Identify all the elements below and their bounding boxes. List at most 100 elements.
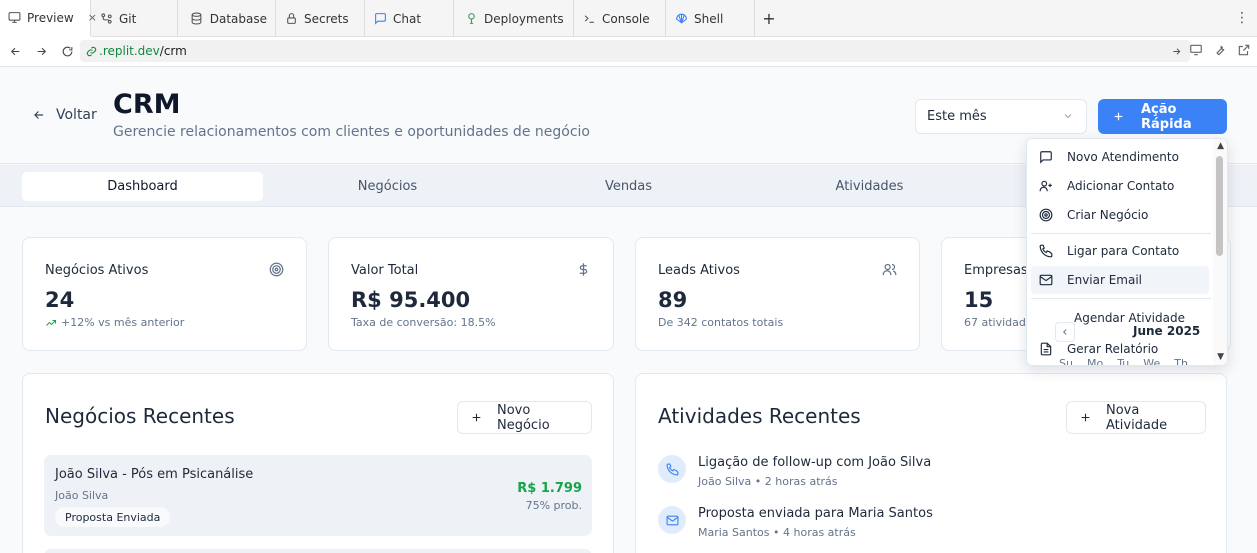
tab-deployments[interactable]: Deployments <box>454 0 574 37</box>
file-text-icon <box>1039 342 1053 356</box>
new-deal-label: Novo Negócio <box>497 402 550 433</box>
menu-item-label: Gerar Relatório <box>1067 342 1159 356</box>
stat-value: 15 <box>964 288 994 312</box>
stat-title: Leads Ativos <box>658 263 740 278</box>
chat-icon <box>373 12 387 26</box>
database-icon <box>190 12 204 26</box>
calendar-weekday: We <box>1143 357 1161 366</box>
menu-item-label: Enviar Email <box>1067 273 1143 287</box>
url-domain: .replit.dev <box>99 44 160 58</box>
tab-label: Deployments <box>484 11 564 26</box>
tab-database[interactable]: Database <box>178 0 276 37</box>
tab-label: Database <box>209 11 267 26</box>
calendar-weekdays: Su Mo Tu We Th <box>1059 357 1188 366</box>
menu-scrollbar[interactable]: ▲ ▼ <box>1213 139 1227 365</box>
period-value: Este mês <box>927 109 987 124</box>
tab-console[interactable]: Console <box>574 0 666 37</box>
tab-negocios[interactable]: Negócios <box>267 172 508 201</box>
git-icon <box>99 12 113 26</box>
tab-label: Chat <box>393 11 422 26</box>
recent-deals-panel: Negócios Recentes Novo Negócio João Silv… <box>22 373 614 553</box>
tab-atividades[interactable]: Atividades <box>749 172 990 201</box>
quick-action-button[interactable]: Ação Rápida <box>1098 99 1227 134</box>
menu-item-create-deal[interactable]: Criar Negócio <box>1031 201 1209 229</box>
status-badge: Proposta Enviada <box>55 507 171 527</box>
plus-icon <box>1112 110 1125 123</box>
menu-item-label: Novo Atendimento <box>1067 150 1179 164</box>
stat-card-total-value: Valor Total R$ 95.400 Taxa de conversão:… <box>328 237 614 351</box>
stat-value: 24 <box>45 288 75 312</box>
tab-chat[interactable]: Chat <box>365 0 454 37</box>
new-deal-button[interactable]: Novo Negócio <box>457 401 592 434</box>
page-title: CRM <box>113 89 181 120</box>
browser-tab-bar: Preview × Git Database Secrets Chat Depl… <box>0 0 1257 37</box>
deal-list-item[interactable] <box>44 549 592 553</box>
url-bar: .replit.dev/crm <box>0 37 1257 67</box>
phone-icon <box>658 455 686 483</box>
chevron-down-icon <box>1062 110 1074 122</box>
go-arrow-icon[interactable] <box>1171 46 1182 57</box>
back-button[interactable]: Voltar <box>32 107 97 123</box>
page-subtitle: Gerencie relacionamentos com clientes e … <box>113 124 590 140</box>
tab-secrets[interactable]: Secrets <box>276 0 365 37</box>
stat-subtext: Taxa de conversão: 18.5% <box>351 316 496 329</box>
target-icon <box>1039 208 1053 222</box>
menu-item-schedule-activity[interactable]: Agendar Atividade <box>1074 311 1185 325</box>
stat-title: Negócios Ativos <box>45 263 149 278</box>
new-activity-button[interactable]: Nova Atividade <box>1066 401 1206 434</box>
tab-git[interactable]: Git <box>91 0 178 37</box>
scrollbar-thumb[interactable] <box>1216 156 1223 256</box>
mail-icon <box>1039 273 1053 287</box>
menu-item-call-contact[interactable]: Ligar para Contato <box>1031 237 1209 265</box>
tab-preview[interactable]: Preview × <box>0 0 97 37</box>
stat-subtext: De 342 contatos totais <box>658 316 784 329</box>
stat-sub-text: +12% vs mês anterior <box>61 316 185 329</box>
reload-icon[interactable] <box>54 39 80 65</box>
forward-arrow-icon[interactable] <box>28 39 54 65</box>
activity-title: Proposta enviada para Maria Santos <box>698 506 933 521</box>
scroll-down-icon[interactable]: ▼ <box>1217 352 1224 362</box>
menu-item-label: Criar Negócio <box>1067 208 1149 222</box>
calendar-weekday: Mo <box>1086 357 1104 366</box>
menu-item-send-email[interactable]: Enviar Email <box>1031 266 1209 294</box>
calendar-weekday: Tu <box>1117 357 1130 366</box>
recent-activities-panel: Atividades Recentes Nova Atividade Ligaç… <box>635 373 1227 553</box>
url-path: /crm <box>159 44 187 58</box>
calendar-weekday: Th <box>1174 357 1188 366</box>
back-arrow-icon[interactable] <box>2 39 28 65</box>
tab-vendas[interactable]: Vendas <box>508 172 749 201</box>
tab-shell[interactable]: Shell <box>666 0 755 37</box>
plus-icon <box>470 411 483 424</box>
link-icon <box>86 46 97 57</box>
stat-card-active-deals: Negócios Ativos 24 +12% vs mês anterior <box>22 237 307 351</box>
shell-icon <box>674 12 688 26</box>
url-field[interactable]: .replit.dev/crm <box>80 40 1190 62</box>
users-icon <box>882 262 897 277</box>
more-options-icon[interactable]: ⋮ <box>1235 10 1249 26</box>
stat-title: Valor Total <box>351 263 419 278</box>
tab-label: Shell <box>694 11 724 26</box>
back-label: Voltar <box>56 107 97 123</box>
terminal-icon <box>582 12 596 26</box>
deal-probability: 75% prob. <box>525 499 582 512</box>
menu-item-new-service[interactable]: Novo Atendimento <box>1031 143 1209 171</box>
stat-subtext: +12% vs mês anterior <box>45 316 184 329</box>
deal-value: R$ 1.799 <box>517 481 582 496</box>
new-tab-button[interactable]: + <box>755 0 783 37</box>
stat-value: 89 <box>658 288 688 312</box>
wrench-icon[interactable] <box>1213 43 1227 57</box>
menu-item-add-contact[interactable]: Adicionar Contato <box>1031 172 1209 200</box>
monitor-icon <box>8 11 21 25</box>
activity-meta: Maria Santos • 4 horas atrás <box>698 526 856 539</box>
phone-icon <box>1039 244 1053 258</box>
tab-label: Git <box>119 11 137 26</box>
activity-title: Ligação de follow-up com João Silva <box>698 455 932 470</box>
scroll-up-icon[interactable]: ▲ <box>1217 141 1224 151</box>
menu-item-label: Ligar para Contato <box>1067 244 1180 258</box>
external-link-icon[interactable] <box>1237 43 1251 57</box>
devices-icon[interactable] <box>1189 43 1203 57</box>
period-select[interactable]: Este mês <box>915 99 1087 134</box>
calendar-weekday: Su <box>1059 357 1073 366</box>
deal-list-item[interactable]: João Silva - Pós em Psicanálise João Sil… <box>44 455 592 536</box>
tab-dashboard[interactable]: Dashboard <box>22 172 263 201</box>
